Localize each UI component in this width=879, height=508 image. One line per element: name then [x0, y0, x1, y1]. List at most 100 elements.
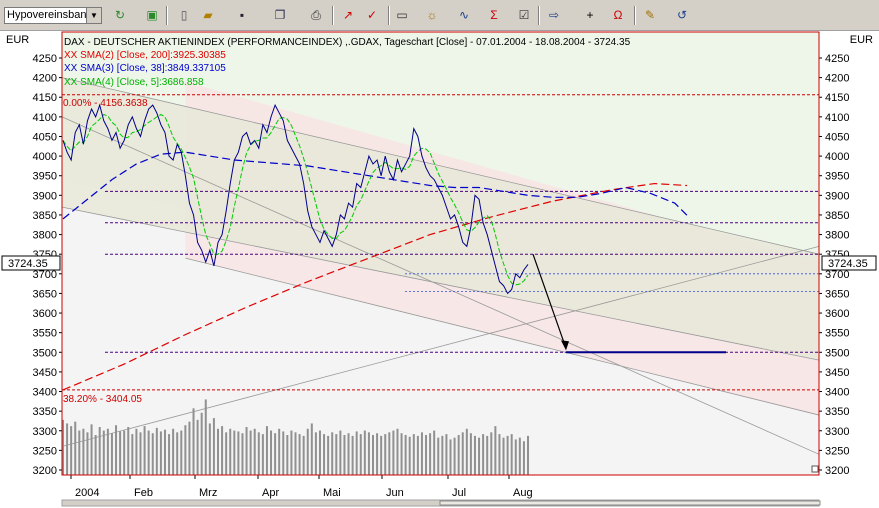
volume-bar — [433, 430, 436, 475]
volume-bar — [229, 428, 232, 475]
volume-bar — [143, 426, 146, 475]
volume-bar — [490, 432, 493, 475]
y-tick-label-left: 3400 — [33, 387, 57, 399]
volume-bar — [135, 428, 138, 475]
x-tick-label: Jun — [386, 487, 404, 499]
volume-bar — [510, 434, 513, 475]
volume-bar — [518, 437, 521, 475]
volume-bar — [363, 430, 366, 475]
volume-bar — [286, 435, 289, 475]
y-tick-label-right: 3200 — [825, 465, 849, 477]
dax-chart[interactable]: 3200 3200 3250 3250 3300 3300 3350 3350 3400 3400… — [0, 0, 879, 508]
legend-sma5: XX SMA(4) [Close, 5]:3686.858 — [64, 77, 204, 88]
volume-bar — [90, 424, 93, 475]
scrollbar-thumb[interactable] — [439, 500, 821, 506]
y-tick-label-left: 4200 — [33, 73, 57, 85]
volume-bar — [335, 434, 338, 475]
volume-bar — [74, 421, 77, 475]
y-tick-label-left: 4000 — [33, 151, 57, 163]
y-tick-label-left: 3600 — [33, 308, 57, 320]
volume-bar — [331, 432, 334, 475]
chart-title: DAX - DEUTSCHER AKTIENINDEX (PERFORMANCE… — [64, 37, 631, 48]
y-tick-label-left: 3950 — [33, 171, 57, 183]
volume-bar — [233, 430, 236, 475]
x-tick-label: Mai — [323, 487, 341, 499]
y-tick-label-right: 3850 — [825, 210, 849, 222]
volume-bar — [302, 435, 305, 475]
volume-bar — [388, 432, 391, 475]
volume-bar — [416, 435, 419, 475]
volume-bar — [155, 427, 158, 475]
trend-channel-layer — [61, 32, 820, 475]
x-tick-label: 2004 — [75, 487, 99, 499]
volume-bar — [151, 433, 154, 475]
volume-bar — [343, 435, 346, 475]
volume-bar — [445, 434, 448, 475]
volume-bar — [290, 430, 293, 475]
y-tick-label-left: 3300 — [33, 426, 57, 438]
y-tick-label-left: 3850 — [33, 210, 57, 222]
volume-bar — [139, 432, 142, 475]
legend-sma38: XX SMA(3) [Close, 38]:3849.337105 — [64, 63, 226, 74]
volume-bar — [110, 433, 113, 475]
volume-bar — [486, 435, 489, 475]
volume-bar — [400, 433, 403, 475]
volume-bar — [106, 428, 109, 475]
volume-bar — [163, 429, 166, 475]
volume-bar — [367, 432, 370, 475]
volume-bar — [127, 427, 130, 475]
volume-bar — [184, 425, 187, 475]
volume-bar — [78, 430, 81, 475]
current-value-right: 3724.35 — [821, 255, 877, 271]
volume-bar — [70, 426, 73, 475]
y-tick-label-left: 3450 — [33, 367, 57, 379]
volume-bar — [465, 428, 468, 475]
y-tick-label-right: 3800 — [825, 230, 849, 242]
volume-bar — [176, 432, 179, 475]
y-tick-label-left: 3200 — [33, 465, 57, 477]
y-tick-label-right: 3250 — [825, 445, 849, 457]
current-value-left: 3724.35 — [1, 255, 61, 271]
volume-bar — [376, 433, 379, 475]
x-tick-label: Apr — [262, 487, 279, 499]
resize-grip-icon[interactable] — [811, 465, 819, 473]
fib-label-bottom: 38.20% - 3404.05 — [63, 394, 142, 405]
y-tick-label-right: 4100 — [825, 112, 849, 124]
volume-bar — [494, 426, 497, 475]
volume-bar — [327, 435, 330, 475]
y-tick-label-right: 4000 — [825, 151, 849, 163]
volume-bar — [94, 435, 97, 475]
volume-bar — [180, 430, 183, 475]
volume-bar — [159, 431, 162, 475]
volume-bar — [339, 430, 342, 475]
volume-bar — [412, 434, 415, 475]
volume-bar — [200, 412, 203, 475]
volume-bar — [469, 433, 472, 475]
y-tick-label-right: 4200 — [825, 73, 849, 85]
volume-bar — [514, 439, 517, 475]
volume-bar — [241, 433, 244, 475]
volume-bar — [498, 434, 501, 475]
y-tick-label-right: 3500 — [825, 347, 849, 359]
volume-bar — [172, 428, 175, 475]
volume-bar — [506, 435, 509, 475]
y-tick-label-left: 3250 — [33, 445, 57, 457]
y-tick-label-right: 3650 — [825, 288, 849, 300]
y-tick-label-right: 3400 — [825, 387, 849, 399]
legend-sma200: XX SMA(2) [Close, 200]:3925.30385 — [64, 50, 226, 61]
volume-bar — [502, 437, 505, 475]
volume-bar — [168, 434, 171, 475]
volume-bar — [204, 399, 207, 475]
volume-bar — [261, 434, 264, 475]
x-tick-label: Jul — [452, 487, 466, 499]
volume-bar — [265, 426, 268, 475]
volume-bar — [527, 435, 529, 475]
current-value-label-left: 3724.35 — [8, 258, 48, 270]
volume-bar — [282, 431, 285, 475]
y-tick-label-right: 3950 — [825, 171, 849, 183]
volume-bar — [429, 433, 432, 475]
y-tick-label-right: 3900 — [825, 190, 849, 202]
y-tick-label-left: 3500 — [33, 347, 57, 359]
volume-bar — [294, 432, 297, 475]
volume-bar — [208, 423, 211, 475]
